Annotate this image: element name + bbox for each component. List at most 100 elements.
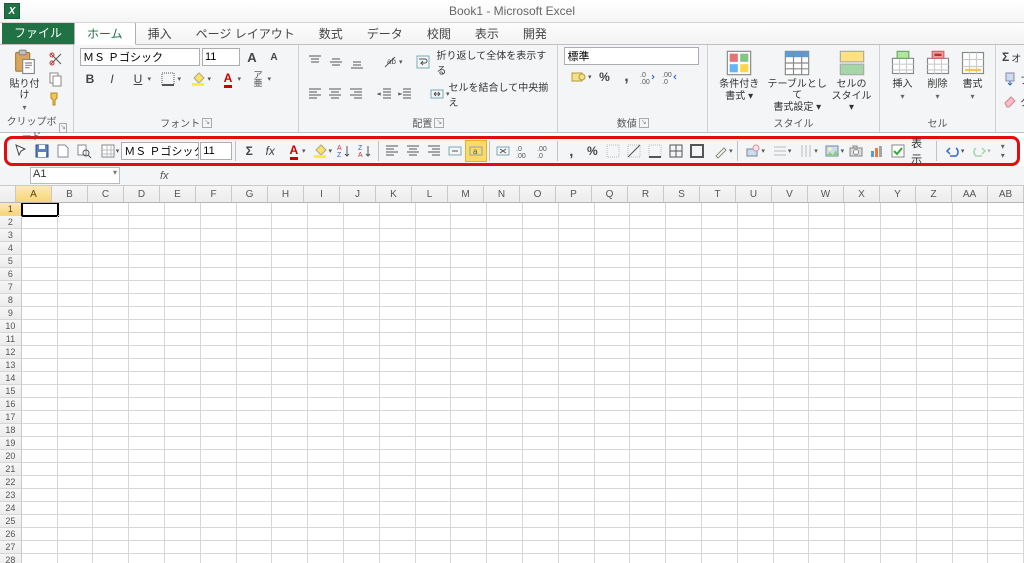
cell[interactable]: [487, 333, 523, 346]
cell[interactable]: [595, 346, 631, 359]
cell[interactable]: [666, 242, 702, 255]
cell[interactable]: [22, 346, 58, 359]
cell[interactable]: [272, 463, 308, 476]
cell[interactable]: [917, 424, 953, 437]
cell[interactable]: [988, 515, 1024, 528]
italic-button[interactable]: I: [102, 69, 122, 89]
cell[interactable]: [165, 320, 201, 333]
cell[interactable]: [738, 528, 774, 541]
number-dialog-launcher[interactable]: ↘: [639, 118, 649, 128]
cell[interactable]: [988, 229, 1024, 242]
cell[interactable]: [93, 307, 129, 320]
cell[interactable]: [129, 346, 165, 359]
cell[interactable]: [129, 320, 165, 333]
cell[interactable]: [129, 333, 165, 346]
cell[interactable]: [666, 281, 702, 294]
cell[interactable]: [93, 216, 129, 229]
cell[interactable]: [774, 528, 810, 541]
cell[interactable]: [845, 424, 881, 437]
cell[interactable]: [308, 541, 344, 554]
cell[interactable]: [630, 528, 666, 541]
cell[interactable]: [702, 541, 738, 554]
cell[interactable]: [201, 463, 237, 476]
cell[interactable]: [988, 242, 1024, 255]
cell[interactable]: [165, 450, 201, 463]
cell[interactable]: [666, 294, 702, 307]
cell[interactable]: [22, 554, 58, 563]
cell[interactable]: [22, 437, 58, 450]
cell[interactable]: [630, 255, 666, 268]
cell[interactable]: [630, 242, 666, 255]
cell[interactable]: [451, 463, 487, 476]
cell[interactable]: [58, 320, 94, 333]
column-header-L[interactable]: L: [412, 186, 448, 202]
cell[interactable]: [308, 437, 344, 450]
cell[interactable]: [272, 333, 308, 346]
cell[interactable]: [344, 255, 380, 268]
cell[interactable]: [22, 411, 58, 424]
column-header-S[interactable]: S: [664, 186, 700, 202]
cell[interactable]: [559, 216, 595, 229]
cell[interactable]: [630, 385, 666, 398]
cell[interactable]: [988, 320, 1024, 333]
cell[interactable]: [308, 463, 344, 476]
cell[interactable]: [953, 463, 989, 476]
qat-border-outside-button[interactable]: [687, 141, 707, 161]
cell[interactable]: [380, 502, 416, 515]
cell[interactable]: [881, 502, 917, 515]
cell[interactable]: [630, 502, 666, 515]
cell[interactable]: [344, 346, 380, 359]
cell[interactable]: [416, 541, 452, 554]
cell[interactable]: [559, 541, 595, 554]
cell[interactable]: [523, 307, 559, 320]
cell[interactable]: [237, 294, 273, 307]
cell[interactable]: [845, 359, 881, 372]
cell[interactable]: [881, 411, 917, 424]
cell[interactable]: [953, 229, 989, 242]
cell[interactable]: [344, 502, 380, 515]
cell[interactable]: [702, 281, 738, 294]
cell[interactable]: [666, 255, 702, 268]
cell[interactable]: [881, 554, 917, 563]
cell[interactable]: [881, 294, 917, 307]
cell[interactable]: [451, 320, 487, 333]
cell[interactable]: [630, 463, 666, 476]
row-header-25[interactable]: 25: [0, 515, 22, 528]
cell[interactable]: [487, 398, 523, 411]
cell[interactable]: [201, 398, 237, 411]
cell[interactable]: [702, 320, 738, 333]
wrap-text-button[interactable]: [413, 52, 432, 72]
cell[interactable]: [487, 216, 523, 229]
cell[interactable]: [201, 489, 237, 502]
cell[interactable]: [380, 554, 416, 563]
cell[interactable]: [917, 515, 953, 528]
font-color-button[interactable]: A: [214, 69, 242, 89]
cell[interactable]: [988, 437, 1024, 450]
column-header-T[interactable]: T: [700, 186, 736, 202]
column-header-B[interactable]: B: [52, 186, 88, 202]
cell[interactable]: [881, 450, 917, 463]
cell[interactable]: [809, 489, 845, 502]
cell[interactable]: [451, 489, 487, 502]
cell[interactable]: [201, 515, 237, 528]
cell[interactable]: [845, 203, 881, 216]
cell[interactable]: [165, 437, 201, 450]
qat-font-color-button[interactable]: A: [281, 141, 306, 161]
qat-camera-button[interactable]: [846, 141, 866, 161]
cell[interactable]: [344, 528, 380, 541]
cell[interactable]: [953, 216, 989, 229]
cell[interactable]: [344, 333, 380, 346]
cell[interactable]: [559, 411, 595, 424]
cell[interactable]: [165, 411, 201, 424]
cell[interactable]: [237, 216, 273, 229]
cell[interactable]: [58, 528, 94, 541]
cell[interactable]: [630, 346, 666, 359]
cell[interactable]: [165, 216, 201, 229]
cell[interactable]: [451, 294, 487, 307]
currency-button[interactable]: [564, 67, 592, 87]
row-header-20[interactable]: 20: [0, 450, 22, 463]
cell[interactable]: [595, 372, 631, 385]
save-button[interactable]: [32, 141, 52, 161]
cell[interactable]: [702, 359, 738, 372]
cell[interactable]: [308, 216, 344, 229]
